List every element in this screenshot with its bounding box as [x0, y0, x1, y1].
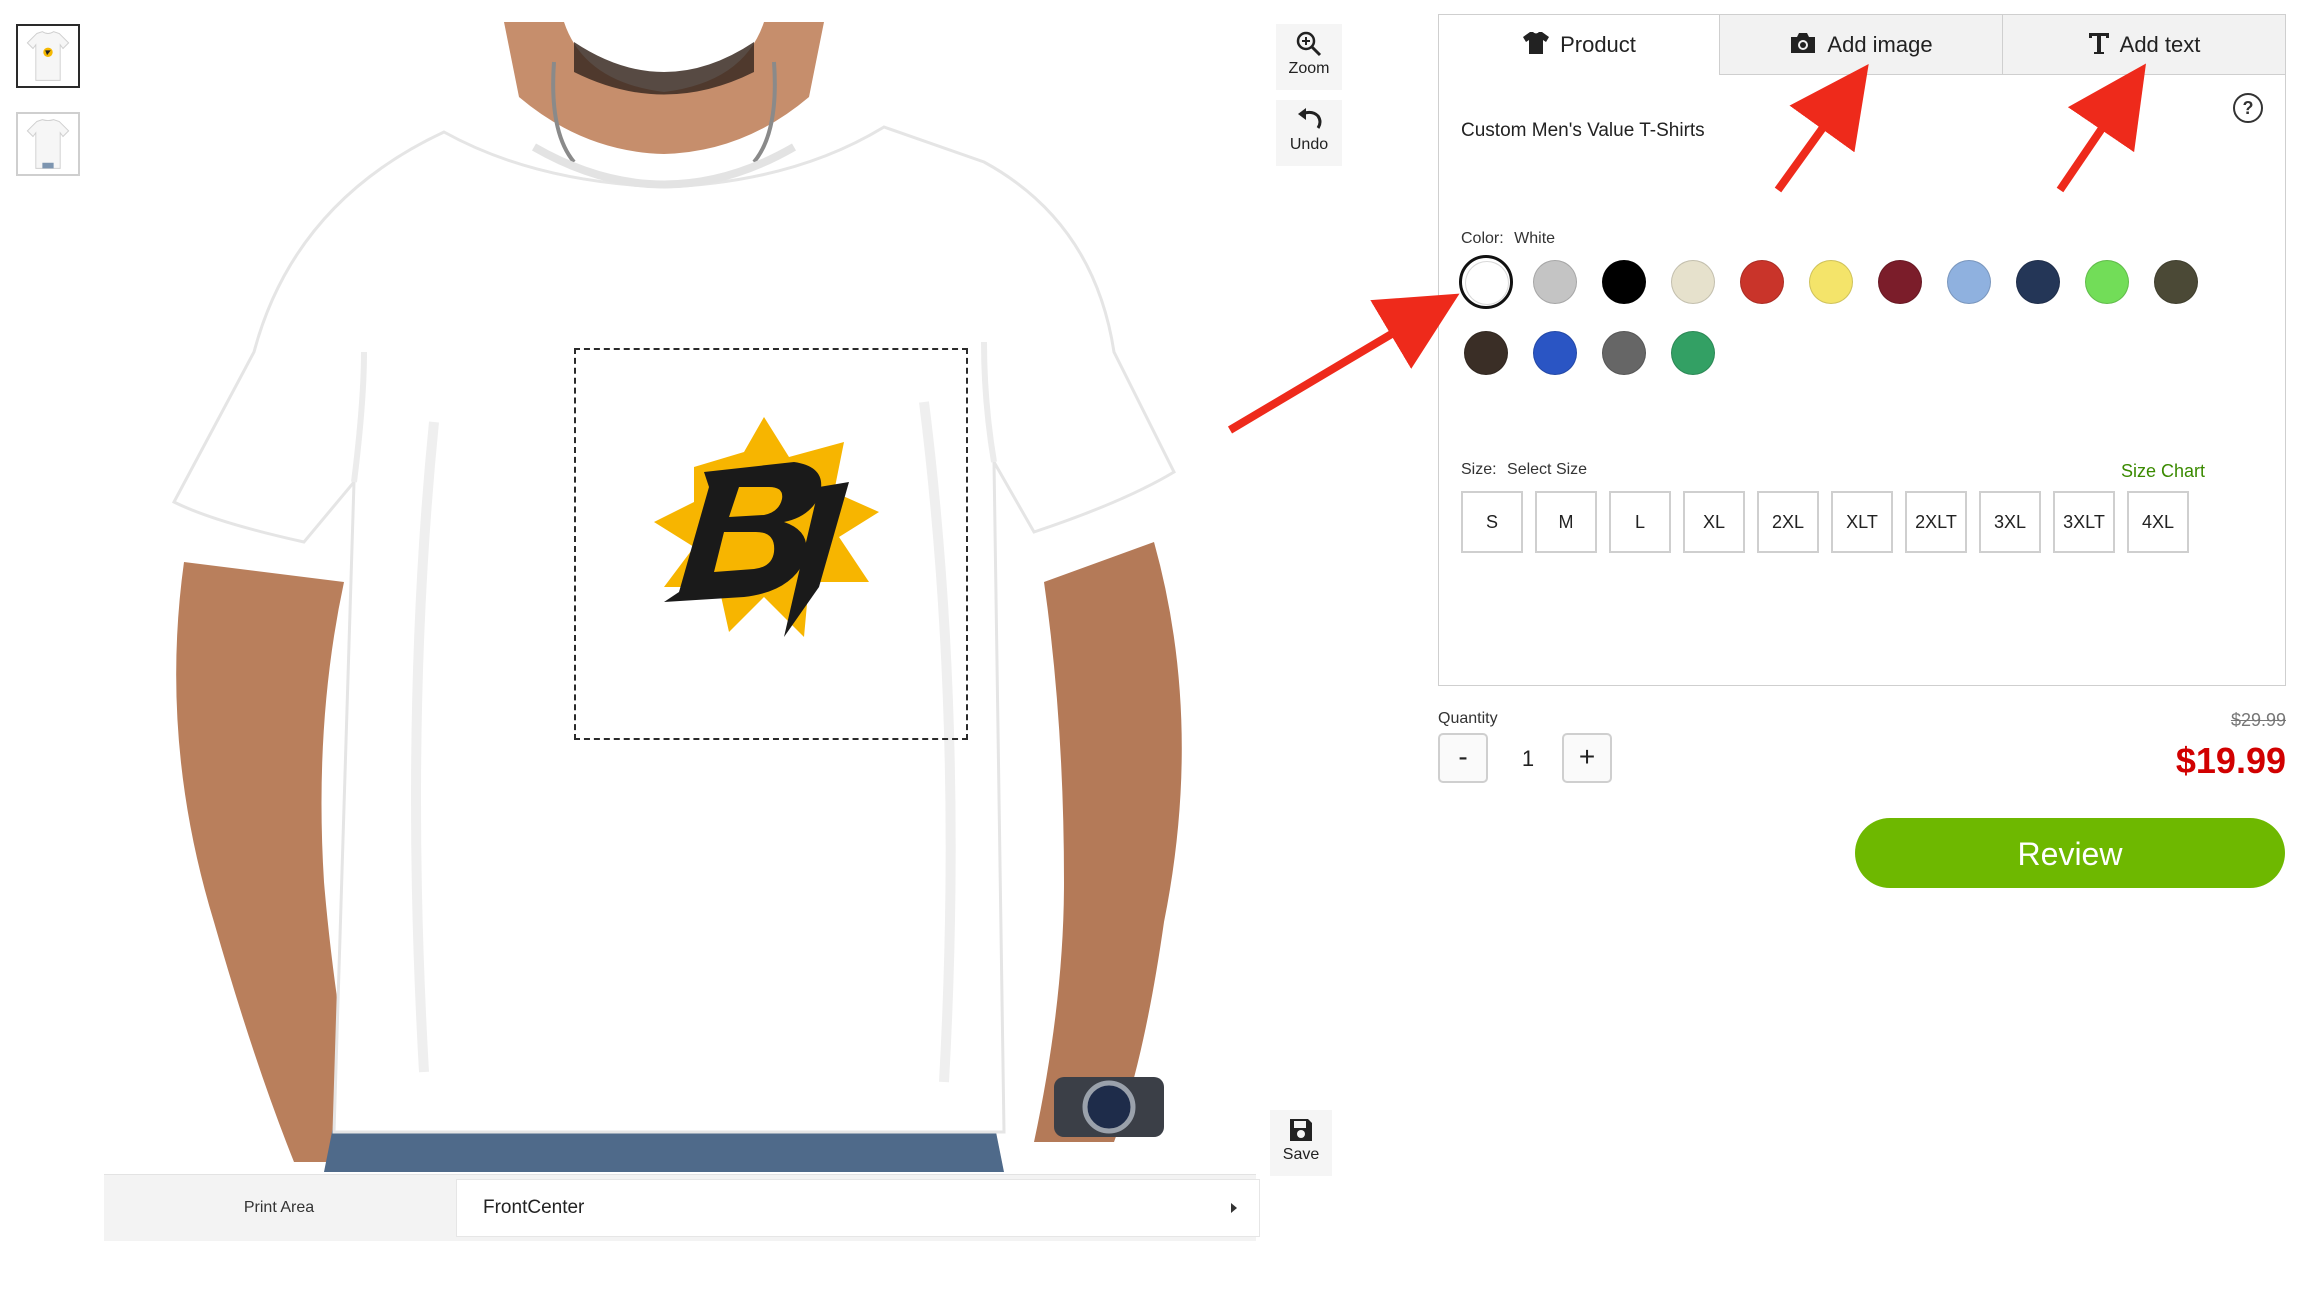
color-swatch[interactable] — [1735, 255, 1789, 309]
color-swatch-fill — [1533, 260, 1577, 304]
print-area-box[interactable] — [574, 348, 968, 740]
tab-add-image-label: Add image — [1827, 32, 1933, 57]
color-label-text: Color: — [1461, 230, 1504, 247]
size-chart-link[interactable]: Size Chart — [2121, 461, 2205, 482]
color-swatch[interactable] — [2080, 255, 2134, 309]
zoom-icon — [1296, 31, 1322, 57]
quantity-minus-button[interactable]: - — [1438, 733, 1488, 783]
size-option-button[interactable]: L — [1609, 491, 1671, 553]
product-name: Custom Men's Value T-Shirts — [1461, 120, 1705, 141]
thumbnail-front[interactable] — [16, 24, 80, 88]
color-swatch[interactable] — [1942, 255, 1996, 309]
save-icon — [1290, 1119, 1312, 1141]
size-option-button[interactable]: 4XL — [2127, 491, 2189, 553]
caret-right-icon — [1231, 1203, 1237, 1213]
size-option-button[interactable]: M — [1535, 491, 1597, 553]
color-swatch[interactable] — [1804, 255, 1858, 309]
original-price: $29.99 — [2230, 710, 2286, 730]
review-button[interactable]: Review — [1855, 818, 2285, 888]
product-preview — [104, 22, 1254, 1172]
tab-product[interactable]: Product — [1439, 15, 1719, 75]
tshirt-icon — [1523, 32, 1550, 54]
arrow-to-color-swatch — [1227, 293, 1460, 434]
tab-bar: Product Add image Add text — [1439, 15, 2285, 75]
help-icon[interactable]: ? — [2233, 93, 2263, 123]
print-area-value: FrontCenter — [483, 1197, 585, 1218]
color-swatch[interactable] — [2149, 255, 2203, 309]
color-swatch-fill — [2085, 260, 2129, 304]
color-swatch[interactable] — [1597, 255, 1651, 309]
size-option-button[interactable]: S — [1461, 491, 1523, 553]
color-swatch-fill — [1671, 331, 1715, 375]
color-swatch-fill — [1809, 260, 1853, 304]
size-option-button[interactable]: 2XLT — [1905, 491, 1967, 553]
color-swatch-fill — [1947, 260, 1991, 304]
color-swatch-fill — [1464, 331, 1508, 375]
tab-add-image[interactable]: Add image — [1719, 15, 2002, 75]
tab-add-text[interactable]: Add text — [2002, 15, 2285, 75]
size-option-button[interactable]: XLT — [1831, 491, 1893, 553]
color-selected-name: White — [1514, 230, 1556, 247]
quantity-label: Quantity — [1438, 710, 1498, 727]
color-swatch-fill — [1878, 260, 1922, 304]
text-icon — [2088, 33, 2109, 54]
color-swatch[interactable] — [1459, 255, 1513, 309]
size-option-button[interactable]: XL — [1683, 491, 1745, 553]
color-swatch[interactable] — [2011, 255, 2065, 309]
color-swatch[interactable] — [1528, 255, 1582, 309]
color-swatch[interactable] — [1873, 255, 1927, 309]
undo-label: Undo — [1289, 136, 1329, 153]
thumbnail-back[interactable] — [16, 112, 80, 176]
sale-price: $19.99 — [2175, 740, 2286, 781]
print-area-select[interactable]: FrontCenter — [456, 1179, 1260, 1237]
color-swatch-fill — [1671, 260, 1715, 304]
color-swatch-fill — [1602, 260, 1646, 304]
color-swatch[interactable] — [1666, 255, 1720, 309]
color-swatch[interactable] — [1528, 326, 1582, 380]
color-label: Color: White — [1461, 230, 1555, 248]
size-option-button[interactable]: 2XL — [1757, 491, 1819, 553]
tab-product-label: Product — [1560, 32, 1636, 57]
size-option-button[interactable]: 3XLT — [2053, 491, 2115, 553]
size-option-button[interactable]: 3XL — [1979, 491, 2041, 553]
size-label: Size: Select Size — [1461, 461, 1587, 479]
quantity-input[interactable] — [1490, 733, 1566, 785]
color-swatch-fill — [1465, 261, 1509, 305]
color-swatch-fill — [2016, 260, 2060, 304]
color-swatch-fill — [2154, 260, 2198, 304]
tshirt-front-thumbnail-icon — [18, 26, 78, 86]
color-swatch-fill — [1602, 331, 1646, 375]
size-selected-text: Select Size — [1507, 461, 1588, 478]
camera-icon — [1791, 33, 1816, 53]
undo-button[interactable]: Undo — [1276, 100, 1342, 166]
zoom-label: Zoom — [1288, 60, 1330, 77]
quantity-plus-button[interactable]: + — [1562, 733, 1612, 783]
save-label: Save — [1282, 1146, 1320, 1163]
tab-add-text-label: Add text — [2119, 32, 2201, 57]
color-swatch-fill — [1740, 260, 1784, 304]
print-area-label: Print Area — [243, 1199, 315, 1216]
color-swatch[interactable] — [1597, 326, 1651, 380]
color-swatch[interactable] — [1666, 326, 1720, 380]
zoom-button[interactable]: Zoom — [1276, 24, 1342, 90]
tshirt-back-thumbnail-icon — [18, 114, 78, 174]
color-swatch-fill — [1533, 331, 1577, 375]
undo-icon — [1298, 108, 1322, 129]
size-label-text: Size: — [1461, 461, 1497, 478]
color-swatch[interactable] — [1459, 326, 1513, 380]
save-button[interactable]: Save — [1270, 1110, 1332, 1176]
print-area-bar: Print Area FrontCenter — [104, 1174, 1260, 1241]
customizer-panel: Product Add image Add text ? Custom Men'… — [1438, 14, 2286, 686]
